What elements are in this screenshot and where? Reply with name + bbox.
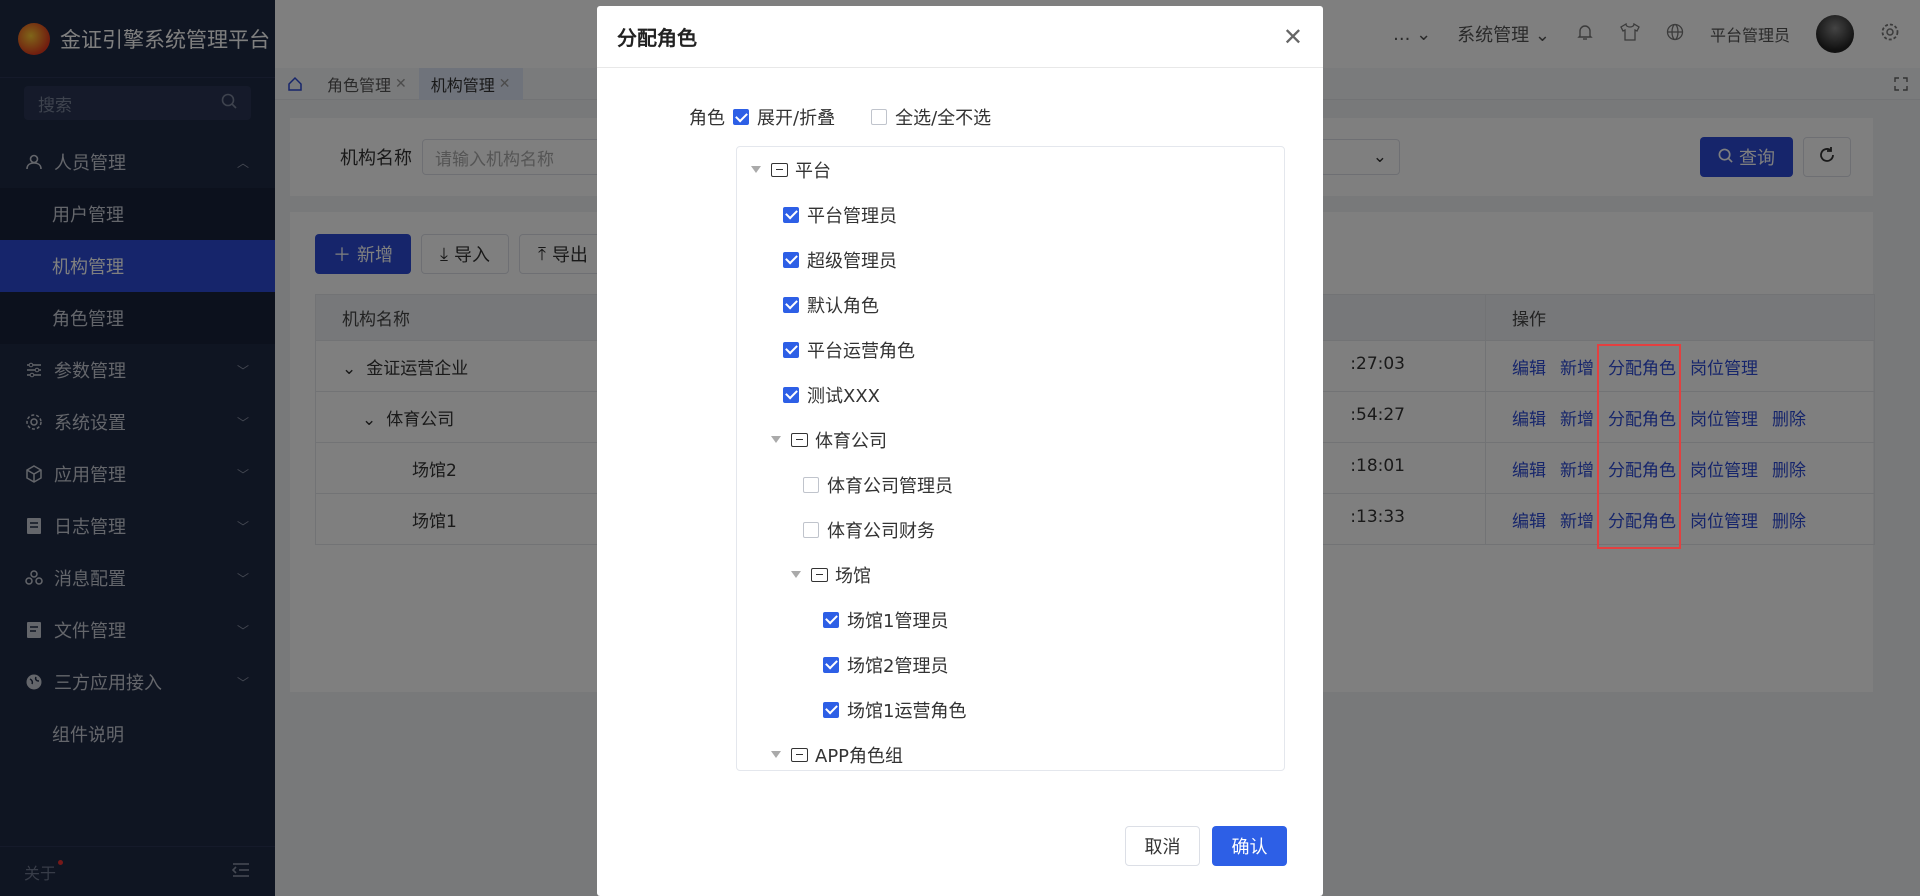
assign-role-dialog: 分配角色 ✕ 角色 展开/折叠 全选/全不选 平台 平台管理员 超级管理员 默认… (597, 6, 1323, 896)
tree-node-label: 超级管理员 (807, 250, 897, 272)
tree-node-label: 默认角色 (807, 295, 879, 317)
checkbox-checked[interactable] (783, 341, 799, 358)
tree-node-label: 场馆1运营角色 (847, 700, 967, 722)
tree-node-label: 测试XXX (807, 385, 880, 407)
tree-node[interactable]: 超级管理员 (737, 237, 1284, 282)
checkbox-checked[interactable] (783, 296, 799, 313)
highlight-box (1597, 344, 1681, 549)
select-all-checkbox[interactable]: 全选/全不选 (871, 104, 991, 130)
tree-node-label: 场馆2管理员 (847, 655, 949, 677)
tree-node[interactable]: 体育公司管理员 (737, 462, 1284, 507)
select-all-label: 全选/全不选 (895, 108, 992, 129)
tree-node[interactable]: 体育公司财务 (737, 507, 1284, 552)
checkbox-checked[interactable] (733, 109, 749, 125)
checkbox-checked[interactable] (823, 656, 839, 673)
cancel-button[interactable]: 取消 (1125, 826, 1200, 866)
checkbox-checked[interactable] (823, 611, 839, 628)
tree-node-label: 场馆 (835, 565, 871, 587)
folder-icon (811, 567, 828, 582)
tree-node[interactable]: 默认角色 (737, 282, 1284, 327)
checkbox-checked[interactable] (823, 701, 839, 718)
caret-down-icon[interactable] (751, 166, 761, 173)
tree-node-label: 体育公司 (815, 430, 887, 452)
tree-node[interactable]: 场馆2管理员 (737, 642, 1284, 687)
expand-label: 展开/折叠 (757, 108, 836, 129)
tree-node-label: 平台 (795, 160, 831, 182)
checkbox-checked[interactable] (783, 206, 799, 223)
folder-icon (791, 747, 808, 762)
checkbox-unchecked[interactable] (803, 521, 819, 538)
dialog-footer: 取消 确认 (1125, 826, 1287, 866)
role-label: 角色 (689, 108, 725, 129)
tree-node-folder[interactable]: APP角色组 (737, 732, 1284, 770)
expand-collapse-checkbox[interactable]: 展开/折叠 (733, 104, 835, 130)
caret-down-icon[interactable] (771, 436, 781, 443)
tree-node-label: 体育公司管理员 (827, 475, 953, 497)
tree-node-folder[interactable]: 平台 (737, 147, 1284, 192)
tree-node-label: APP角色组 (815, 745, 904, 767)
tree-node[interactable]: 场馆1运营角色 (737, 687, 1284, 732)
caret-down-icon[interactable] (771, 751, 781, 758)
folder-icon (771, 162, 788, 177)
dialog-title: 分配角色 (617, 26, 697, 50)
checkbox-checked[interactable] (783, 386, 799, 403)
checkbox-checked[interactable] (783, 251, 799, 268)
confirm-button[interactable]: 确认 (1212, 826, 1287, 866)
tree-node-folder[interactable]: 体育公司 (737, 417, 1284, 462)
folder-icon (791, 432, 808, 447)
tree-node[interactable]: 测试XXX (737, 372, 1284, 417)
dialog-header: 分配角色 ✕ (597, 6, 1323, 68)
checkbox-unchecked[interactable] (871, 109, 888, 125)
tree-node[interactable]: 平台管理员 (737, 192, 1284, 237)
tree-node[interactable]: 场馆1管理员 (737, 597, 1284, 642)
tree-node-label: 平台管理员 (807, 205, 897, 227)
tree-node-label: 平台运营角色 (807, 340, 915, 362)
tree-node[interactable]: 平台运营角色 (737, 327, 1284, 372)
close-icon[interactable]: ✕ (1283, 23, 1303, 51)
role-tree: 平台 平台管理员 超级管理员 默认角色 平台运营角色 测试XXX 体育公司 体育… (736, 146, 1285, 771)
tree-node-label: 场馆1管理员 (847, 610, 949, 632)
tree-node-label: 体育公司财务 (827, 520, 935, 542)
tree-node-folder[interactable]: 场馆 (737, 552, 1284, 597)
caret-down-icon[interactable] (791, 571, 801, 578)
role-options-row: 角色 展开/折叠 全选/全不选 (689, 104, 1027, 130)
checkbox-unchecked[interactable] (803, 476, 819, 493)
